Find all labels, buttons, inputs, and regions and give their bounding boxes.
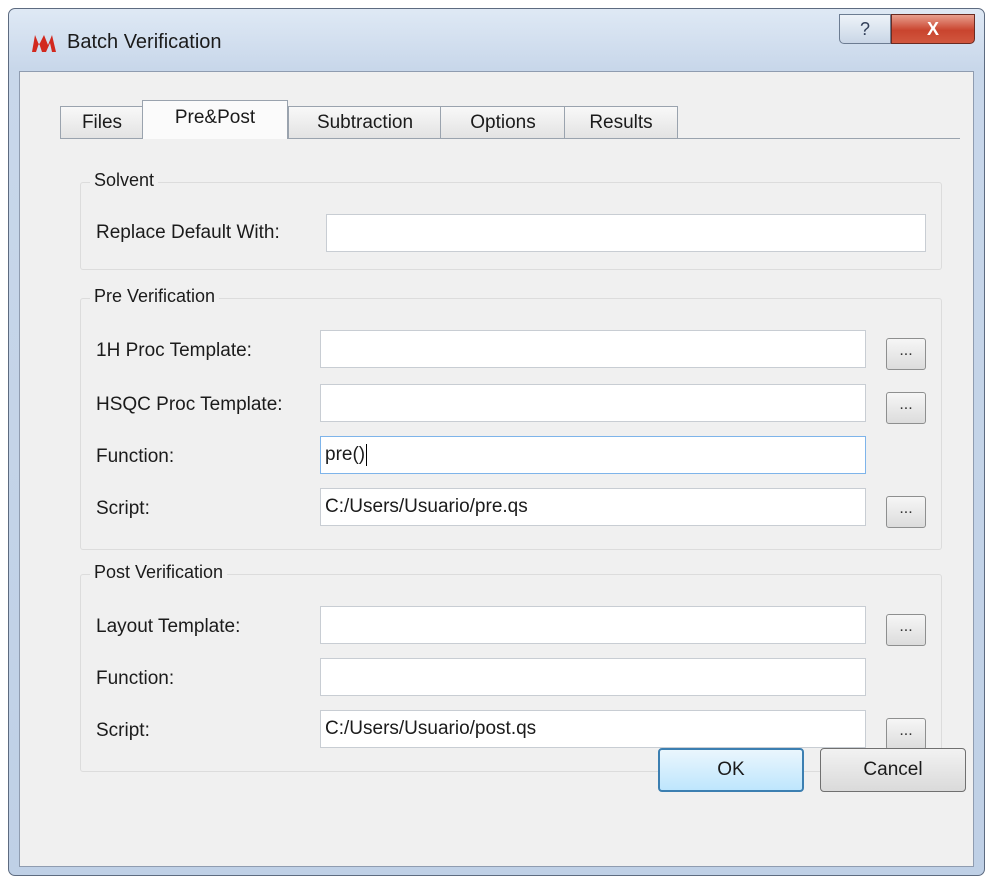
post-script-input[interactable]: C:/Users/Usuario/post.qs [320,710,866,748]
pre-script-label: Script: [96,498,150,519]
pre-function-input[interactable]: pre() [320,436,866,474]
post-function-input[interactable] [320,658,866,696]
tab-subtraction[interactable]: Subtraction [288,106,442,138]
pre-script-input[interactable]: C:/Users/Usuario/pre.qs [320,488,866,526]
post-script-browse-button[interactable]: ... [886,718,926,750]
tab-results[interactable]: Results [564,106,678,138]
pre-verification-title: Pre Verification [90,286,220,307]
app-logo-icon [32,35,56,52]
pre-function-value: pre() [325,444,366,465]
post-verification-title: Post Verification [90,562,228,583]
post-script-label: Script: [96,720,150,741]
h1-proc-template-label: 1H Proc Template: [96,340,252,361]
title-bar[interactable]: Batch Verification ? X [9,9,984,71]
close-button[interactable]: X [891,14,975,44]
layout-template-input[interactable] [320,606,866,644]
help-button[interactable]: ? [839,14,891,44]
hsqc-proc-template-label: HSQC Proc Template: [96,394,283,415]
pre-script-browse-button[interactable]: ... [886,496,926,528]
cancel-button[interactable]: Cancel [820,748,966,792]
solvent-title: Solvent [90,170,159,191]
ok-button[interactable]: OK [658,748,804,792]
dialog-body: Files Pre&Post Subtraction Options Resul… [19,71,974,867]
layout-template-label: Layout Template: [96,616,241,637]
replace-default-input[interactable] [326,214,926,252]
h1-proc-template-input[interactable] [320,330,866,368]
replace-default-label: Replace Default With: [96,222,280,243]
hsqc-browse-button[interactable]: ... [886,392,926,424]
tab-options[interactable]: Options [440,106,566,138]
h1-browse-button[interactable]: ... [886,338,926,370]
pre-function-label: Function: [96,446,175,467]
hsqc-proc-template-input[interactable] [320,384,866,422]
dialog-window: Batch Verification ? X Files Pre&Post Su… [8,8,985,876]
text-caret [366,443,368,466]
tab-files[interactable]: Files [60,106,144,138]
window-title: Batch Verification [67,31,222,53]
post-function-label: Function: [96,668,175,689]
layout-browse-button[interactable]: ... [886,614,926,646]
tab-pre-post[interactable]: Pre&Post [142,100,288,139]
